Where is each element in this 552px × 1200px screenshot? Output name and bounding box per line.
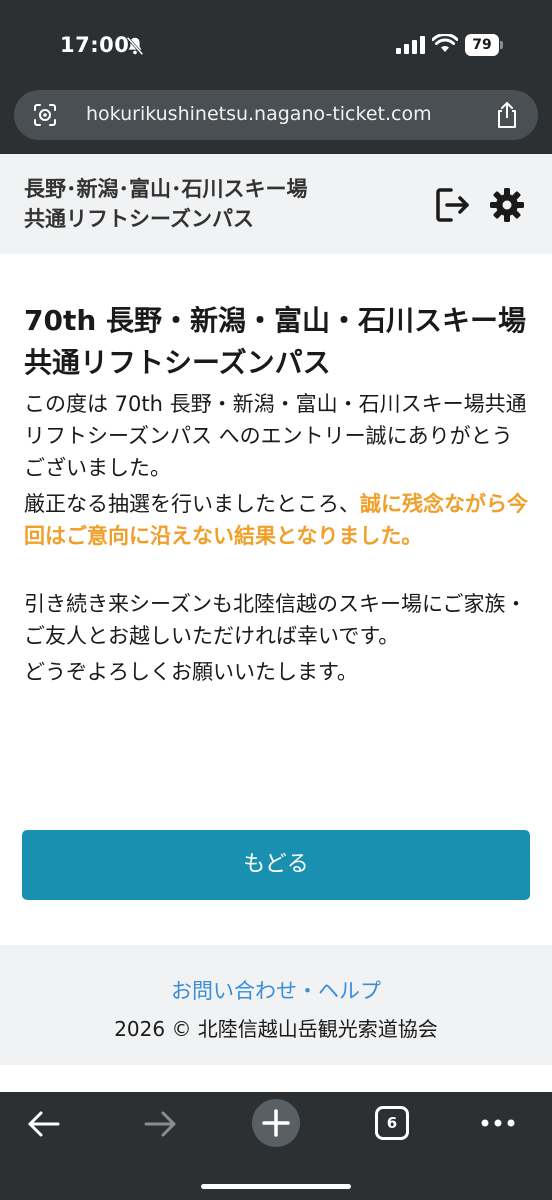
main-content: 70th 長野・新潟・富山・石川スキー場共通リフトシーズンパス この度は 70t… (24, 300, 530, 688)
back-button[interactable]: もどる (22, 830, 530, 900)
site-settings-icon[interactable] (32, 102, 58, 128)
lottery-result-plain: 厳正なる抽選を行いましたところ、 (24, 492, 360, 516)
footer: お問い合わせ・ヘルプ 2026 © 北陸信越山岳観光索道協会 (0, 945, 552, 1065)
page-title: 70th 長野・新潟・富山・石川スキー場共通リフトシーズンパス (24, 304, 527, 379)
closing-text: どうぞよろしくお願いいたします。 (24, 660, 358, 684)
battery-tip (500, 41, 503, 49)
app-title: 長野･新潟･富山･石川スキー場 共通リフトシーズンパス (24, 174, 308, 234)
more-options-icon[interactable] (480, 1118, 516, 1128)
url-text[interactable]: hokurikushinetsu.nagano-ticket.com (86, 103, 432, 125)
browser-top-chrome: 17:00 79 hokurikushinetsu.nagano-ticket.… (0, 0, 552, 154)
back-arrow-icon[interactable] (26, 1108, 62, 1140)
battery-level: 79 (465, 34, 499, 56)
cellular-signal-icon (396, 36, 425, 54)
status-time: 17:00 (60, 33, 130, 57)
entry-thanks-text: この度は 70th 長野・新潟・富山・石川スキー場共通リフトシーズンパス へのエ… (24, 392, 527, 480)
app-title-line1: 長野･新潟･富山･石川スキー場 (24, 177, 308, 201)
help-link[interactable]: お問い合わせ・ヘルプ (0, 975, 552, 1005)
app-header: 長野･新潟･富山･石川スキー場 共通リフトシーズンパス (0, 154, 552, 254)
next-season-text: 引き続き来シーズンも北陸信越のスキー場にご家族・ご友人とお越しいただければ幸いで… (24, 592, 527, 648)
battery-indicator: 79 (465, 34, 503, 56)
home-indicator (201, 1184, 351, 1189)
new-tab-icon[interactable] (251, 1098, 301, 1148)
logout-icon[interactable] (434, 186, 472, 224)
copyright-text: 2026 © 北陸信越山岳観光索道協会 (114, 1017, 438, 1041)
forward-arrow-icon[interactable] (142, 1108, 178, 1140)
bell-slash-icon (126, 36, 144, 56)
gear-icon[interactable] (488, 186, 526, 224)
share-icon[interactable] (494, 101, 520, 129)
app-title-line2: 共通リフトシーズンパス (24, 207, 254, 231)
status-bar: 17:00 79 (0, 0, 552, 90)
address-bar[interactable]: hokurikushinetsu.nagano-ticket.com (14, 90, 538, 140)
tab-switcher-button[interactable]: 6 (375, 1106, 409, 1140)
lottery-result-text: 厳正なる抽選を行いましたところ、誠に残念ながら今回はご意向に沿えない結果となりま… (24, 488, 530, 552)
wifi-icon (432, 34, 458, 52)
